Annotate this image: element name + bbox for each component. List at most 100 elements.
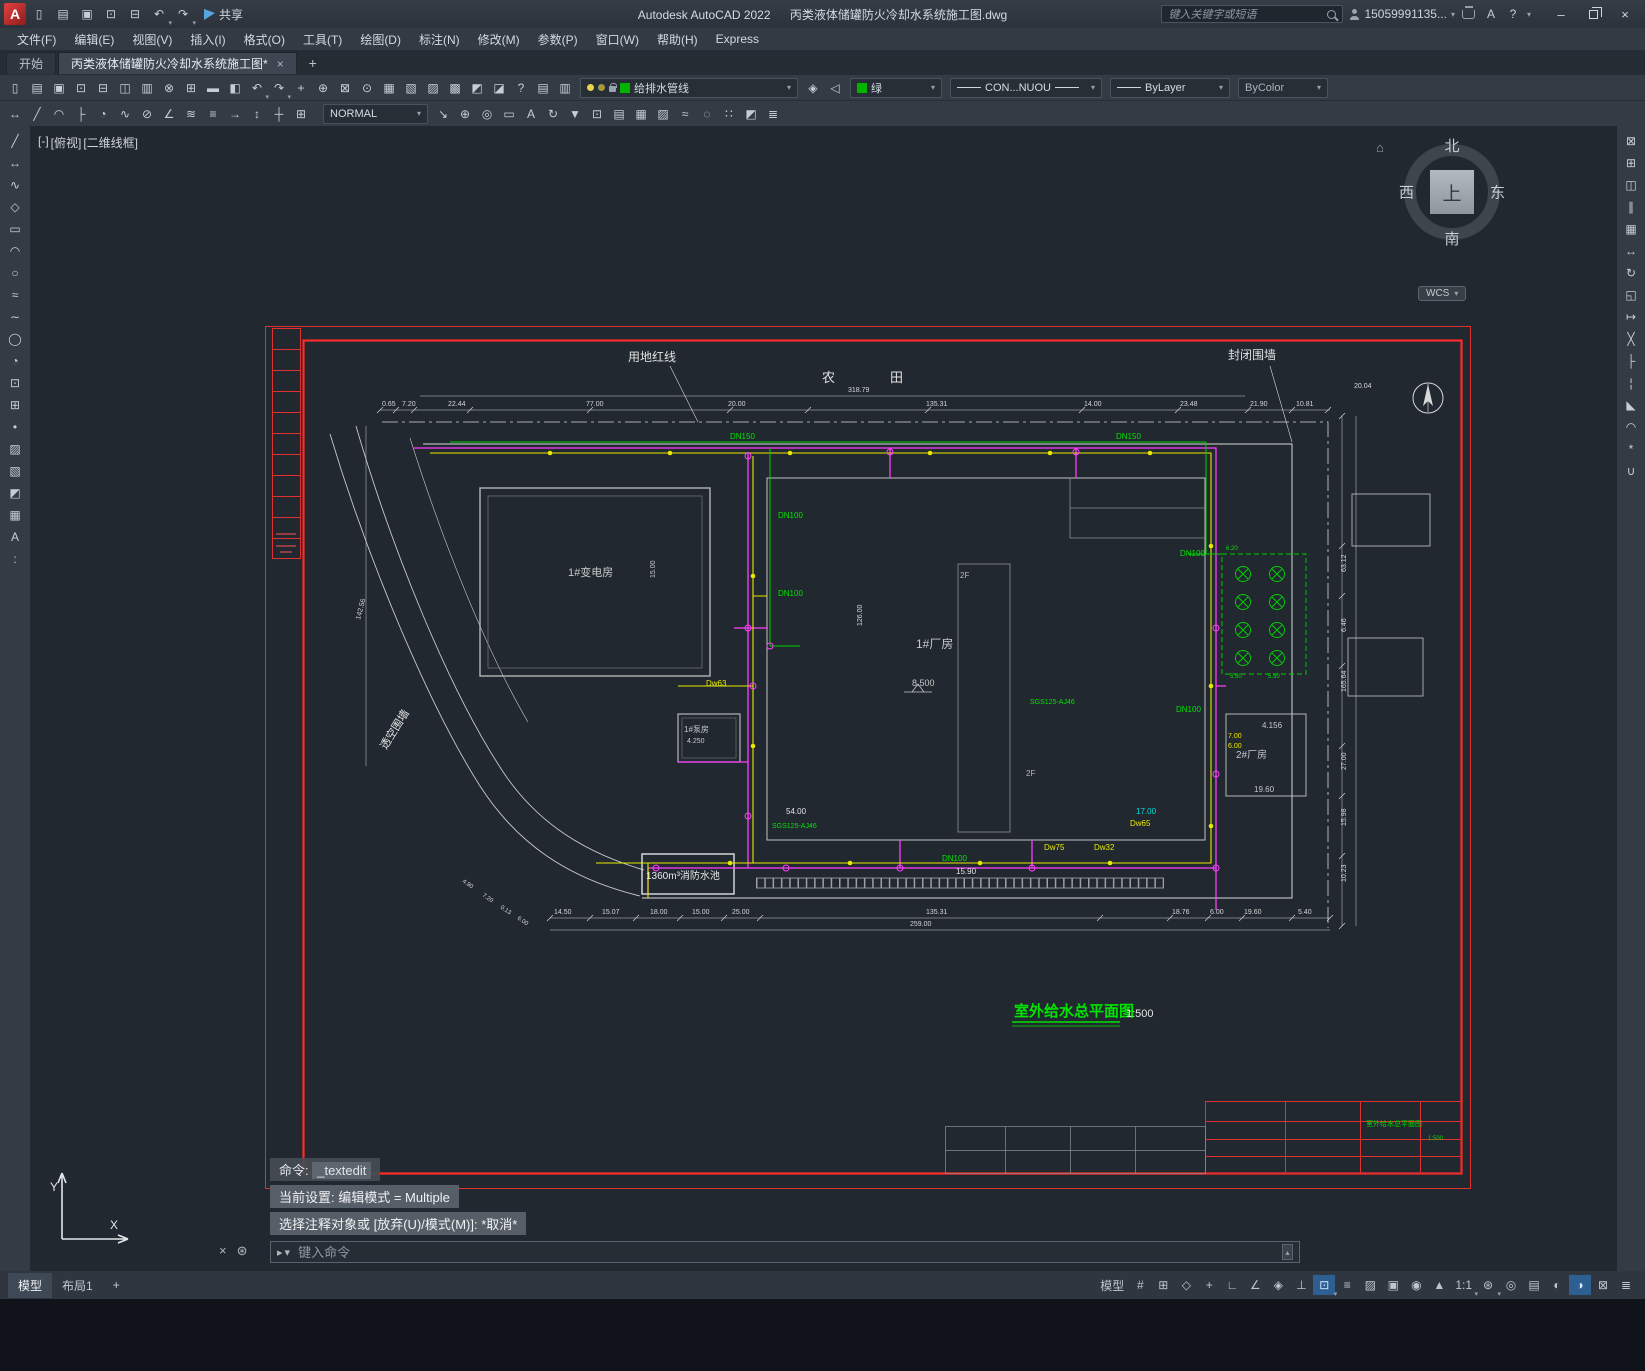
command-prompt-icon[interactable]: ▸ ▾	[277, 1246, 290, 1259]
plot-icon[interactable]: ⊟	[124, 4, 146, 24]
add-layout-button[interactable]: +	[103, 1274, 130, 1296]
ellipse-arc-icon[interactable]: ◔	[4, 351, 26, 371]
chamfer-icon[interactable]: ◣	[1620, 395, 1642, 415]
viewcube-west[interactable]: 西	[1399, 182, 1414, 203]
quick-dim-icon[interactable]: ≋	[181, 104, 201, 124]
dim-continue-icon[interactable]: →	[225, 104, 245, 124]
dim-radius-icon[interactable]: ◔	[93, 104, 113, 124]
circle-icon[interactable]: ○	[4, 263, 26, 283]
search-box[interactable]: 键入关键字或短语	[1161, 5, 1344, 23]
dim-arc-length-icon[interactable]: ◠	[49, 104, 69, 124]
dim-inspect-icon[interactable]: ◎	[477, 104, 497, 124]
copy-icon[interactable]: ⊞	[1620, 153, 1642, 173]
annotation-visibility-icon[interactable]: ◉	[1405, 1275, 1427, 1295]
transparency-icon[interactable]: ▨	[1359, 1275, 1381, 1295]
multileader-icon[interactable]: ↘	[433, 104, 453, 124]
sheet-set-manager-icon[interactable]: ▩	[445, 78, 465, 98]
make-object-layer-current-icon[interactable]: ◈	[803, 78, 823, 98]
layer-dropdown[interactable]: 给排水管线 ▾	[580, 77, 798, 98]
wcs-dropdown[interactable]: WCS ▾	[1418, 286, 1467, 301]
save-icon[interactable]: ▣	[76, 4, 98, 24]
annotation-scale-button[interactable]: 1:1 ▾	[1451, 1275, 1478, 1298]
rectangle-icon[interactable]: ▭	[4, 219, 26, 239]
dim-diameter-icon[interactable]: ⊘	[137, 104, 157, 124]
customization-icon[interactable]: ≣	[1615, 1275, 1637, 1295]
zoom-window-icon[interactable]: ⊠	[335, 78, 355, 98]
lineweight-icon[interactable]: ≡	[1336, 1275, 1358, 1295]
center-mark-icon[interactable]: ⊕	[455, 104, 475, 124]
array-icon[interactable]: ▦	[1620, 219, 1642, 239]
redo-icon[interactable]: ↷ ▾	[269, 78, 291, 101]
menu-draw[interactable]: 绘图(D)	[351, 29, 410, 50]
multiline-text-icon[interactable]: A	[4, 527, 26, 547]
grid-icon[interactable]: #	[1129, 1275, 1151, 1295]
graphics-performance-icon[interactable]: ◑	[1569, 1275, 1591, 1295]
polygon-icon[interactable]: ◇	[4, 197, 26, 217]
undo-icon[interactable]: ↶ ▾	[148, 4, 172, 27]
menu-format[interactable]: 格式(O)	[235, 29, 294, 50]
isodraft-icon[interactable]: ◈	[1267, 1275, 1289, 1295]
layer-properties-manager-icon[interactable]: ▤	[533, 78, 553, 98]
fillet-icon[interactable]: ◠	[1620, 417, 1642, 437]
offset-icon[interactable]: ∥	[1620, 197, 1642, 217]
visual-style-button[interactable]: [二维线框]	[83, 134, 138, 151]
viewcube[interactable]: ⌂ 上 北 南 西 东	[1376, 138, 1506, 249]
plotstyle-dropdown[interactable]: ByColor ▾	[1238, 77, 1328, 98]
help-button[interactable]: ?	[1505, 4, 1521, 24]
model-tab[interactable]: 模型	[8, 1272, 53, 1298]
rotate-icon[interactable]: ↻	[1620, 263, 1642, 283]
autoscale-icon[interactable]: ▲	[1428, 1275, 1450, 1295]
dim-baseline-icon[interactable]: ≡	[203, 104, 223, 124]
selection-cycling-icon[interactable]: ▣	[1382, 1275, 1404, 1295]
zoom-previous-icon[interactable]: ⊙	[357, 78, 377, 98]
revision-cloud-icon[interactable]: ≈	[4, 285, 26, 305]
command-customize-icon[interactable]: ⊛	[237, 1243, 248, 1259]
qnew-icon[interactable]: ▯	[5, 78, 25, 98]
tab-drawing[interactable]: 丙类液体储罐防火冷却水系统施工图* ×	[58, 52, 297, 74]
workspace-switching-icon[interactable]: ⊛ ▾	[1477, 1275, 1501, 1298]
text-style-dropdown[interactable]: NORMAL ▾	[323, 103, 428, 124]
scale-icon[interactable]: ◱	[1620, 285, 1642, 305]
ucs-icon[interactable]: Y X	[48, 1161, 140, 1253]
copy-clip-icon[interactable]: ⊞	[181, 78, 201, 98]
autocad-logo-icon[interactable]: A	[4, 3, 26, 25]
new-tab-button[interactable]: +	[303, 53, 323, 73]
dim-break-icon[interactable]: ┼	[269, 104, 289, 124]
dim-linear-icon[interactable]: ↔	[5, 104, 25, 124]
revision-cloud-icon[interactable]: ≈	[675, 104, 695, 124]
close-button[interactable]: ×	[1609, 1, 1641, 27]
open-file-icon[interactable]: ▤	[52, 4, 74, 24]
extend-icon[interactable]: ├	[1620, 351, 1642, 371]
polyline-icon[interactable]: ∿	[4, 175, 26, 195]
minimize-button[interactable]: –	[1545, 1, 1577, 27]
break-icon[interactable]: ¦	[1620, 373, 1642, 393]
save-icon[interactable]: ▣	[49, 78, 69, 98]
tool-palettes-icon[interactable]: ▨	[423, 78, 443, 98]
join-icon[interactable]: ∪	[1620, 461, 1642, 481]
layer-states-manager-icon[interactable]: ▥	[555, 78, 575, 98]
tab-start[interactable]: 开始	[6, 52, 57, 74]
command-scrollbar[interactable]: ▴	[1282, 1244, 1293, 1260]
dim-aligned-icon[interactable]: ╱	[27, 104, 47, 124]
menu-window[interactable]: 窗口(W)	[587, 29, 648, 50]
tolerance-icon[interactable]: ⊞	[291, 104, 311, 124]
search-input[interactable]: 键入关键字或短语	[1168, 6, 1256, 22]
redo-icon[interactable]: ↷ ▾	[172, 4, 196, 27]
field-icon[interactable]: ▤	[609, 104, 629, 124]
erase-icon[interactable]: ⊠	[1620, 131, 1642, 151]
layer-previous-icon[interactable]: ◁	[825, 78, 845, 98]
infer-constraints-icon[interactable]: ◇	[1175, 1275, 1197, 1295]
move-icon[interactable]: ↔	[1620, 241, 1642, 261]
viewcube-south[interactable]: 南	[1444, 228, 1459, 249]
object-snap-tracking-icon[interactable]: ⊥	[1290, 1275, 1312, 1295]
layout1-tab[interactable]: 布局1	[52, 1273, 103, 1298]
create-block-icon[interactable]: ⊞	[4, 395, 26, 415]
match-properties-icon[interactable]: ◧	[225, 78, 245, 98]
dim-ordinate-icon[interactable]: ├	[71, 104, 91, 124]
linetype-dropdown[interactable]: CON...NUOU ▾	[950, 77, 1102, 98]
autodesk-assistant-button[interactable]: A	[1483, 4, 1499, 24]
region-icon[interactable]: ◩	[4, 483, 26, 503]
viewcube-east[interactable]: 东	[1490, 182, 1505, 203]
divide-icon[interactable]: ∷	[719, 104, 739, 124]
dim-style-icon[interactable]: ▼	[565, 104, 585, 124]
